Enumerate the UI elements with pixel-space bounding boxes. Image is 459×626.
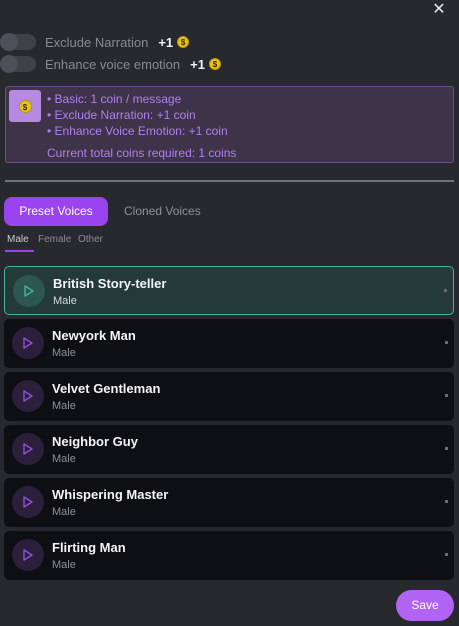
tab-cloned-voices[interactable]: Cloned Voices bbox=[124, 204, 201, 218]
voice-item[interactable]: Velvet Gentleman Male bbox=[4, 372, 454, 421]
close-icon[interactable]: ✕ bbox=[431, 2, 447, 18]
tab-preset-voices[interactable]: Preset Voices bbox=[4, 197, 108, 226]
play-button[interactable] bbox=[12, 380, 44, 412]
play-icon bbox=[24, 285, 34, 297]
voice-indicator bbox=[445, 447, 448, 450]
exclude-narration-label: Exclude Narration bbox=[45, 34, 149, 50]
voice-item[interactable]: Newyork Man Male bbox=[4, 319, 454, 368]
voice-indicator bbox=[445, 394, 448, 397]
enhance-emotion-cost: +1 bbox=[190, 56, 205, 72]
coin-info-box: $ • Basic: 1 coin / message • Exclude Na… bbox=[5, 86, 454, 163]
play-button[interactable] bbox=[12, 486, 44, 518]
play-icon bbox=[23, 496, 33, 508]
cost-breakdown: • Basic: 1 coin / message • Exclude Narr… bbox=[47, 91, 228, 139]
toggle-row-exclude-narration: Exclude Narration +1 $ bbox=[0, 32, 190, 52]
play-button[interactable] bbox=[12, 433, 44, 465]
play-icon bbox=[23, 337, 33, 349]
cost-line-narration: • Exclude Narration: +1 coin bbox=[47, 108, 196, 122]
info-coin-badge: $ bbox=[9, 90, 41, 122]
voice-gender: Male bbox=[52, 453, 76, 465]
gender-tab-other[interactable]: Other bbox=[78, 234, 103, 245]
voice-item[interactable]: Flirting Man Male bbox=[4, 531, 454, 580]
divider bbox=[5, 180, 454, 182]
exclude-narration-cost: +1 bbox=[158, 34, 174, 50]
voice-name: Newyork Man bbox=[52, 328, 136, 343]
play-icon bbox=[23, 549, 33, 561]
voice-indicator bbox=[445, 341, 448, 344]
exclude-narration-toggle[interactable] bbox=[0, 33, 36, 51]
coin-icon: $ bbox=[208, 58, 221, 70]
enhance-emotion-label: Enhance voice emotion bbox=[45, 56, 181, 72]
play-button[interactable] bbox=[12, 327, 44, 359]
play-button[interactable] bbox=[13, 275, 45, 307]
gender-tab-underline bbox=[5, 250, 34, 252]
save-button[interactable]: Save bbox=[396, 590, 454, 621]
voice-name: Velvet Gentleman bbox=[52, 381, 161, 396]
voice-item[interactable]: Neighbor Guy Male bbox=[4, 425, 454, 474]
voice-gender: Male bbox=[53, 295, 77, 307]
voice-gender: Male bbox=[52, 559, 76, 571]
total-coins-text: Current total coins required: 1 coins bbox=[47, 146, 237, 160]
voice-gender: Male bbox=[52, 347, 76, 359]
voice-indicator bbox=[444, 289, 447, 292]
voice-name: Whispering Master bbox=[52, 487, 169, 502]
voice-item[interactable]: British Story-teller Male bbox=[4, 266, 454, 315]
toggle-knob bbox=[0, 55, 18, 73]
voice-gender: Male bbox=[52, 506, 76, 518]
voice-indicator bbox=[445, 500, 448, 503]
toggle-knob bbox=[0, 33, 18, 51]
cost-line-basic: • Basic: 1 coin / message bbox=[47, 92, 182, 106]
enhance-emotion-toggle[interactable] bbox=[0, 55, 36, 73]
voice-item[interactable]: Whispering Master Male bbox=[4, 478, 454, 527]
gender-tab-female[interactable]: Female bbox=[38, 234, 71, 245]
play-button[interactable] bbox=[12, 539, 44, 571]
play-icon bbox=[23, 443, 33, 455]
voice-gender: Male bbox=[52, 400, 76, 412]
voice-name: British Story-teller bbox=[53, 276, 167, 291]
play-icon bbox=[23, 390, 33, 402]
coin-icon: $ bbox=[18, 99, 32, 113]
gender-tab-male[interactable]: Male bbox=[7, 234, 29, 245]
voice-name: Flirting Man bbox=[52, 540, 126, 555]
toggle-row-enhance-emotion: Enhance voice emotion +1 $ bbox=[0, 54, 221, 74]
cost-line-emotion: • Enhance Voice Emotion: +1 coin bbox=[47, 124, 228, 138]
voice-name: Neighbor Guy bbox=[52, 434, 138, 449]
voice-indicator bbox=[445, 553, 448, 556]
coin-icon: $ bbox=[177, 36, 190, 48]
